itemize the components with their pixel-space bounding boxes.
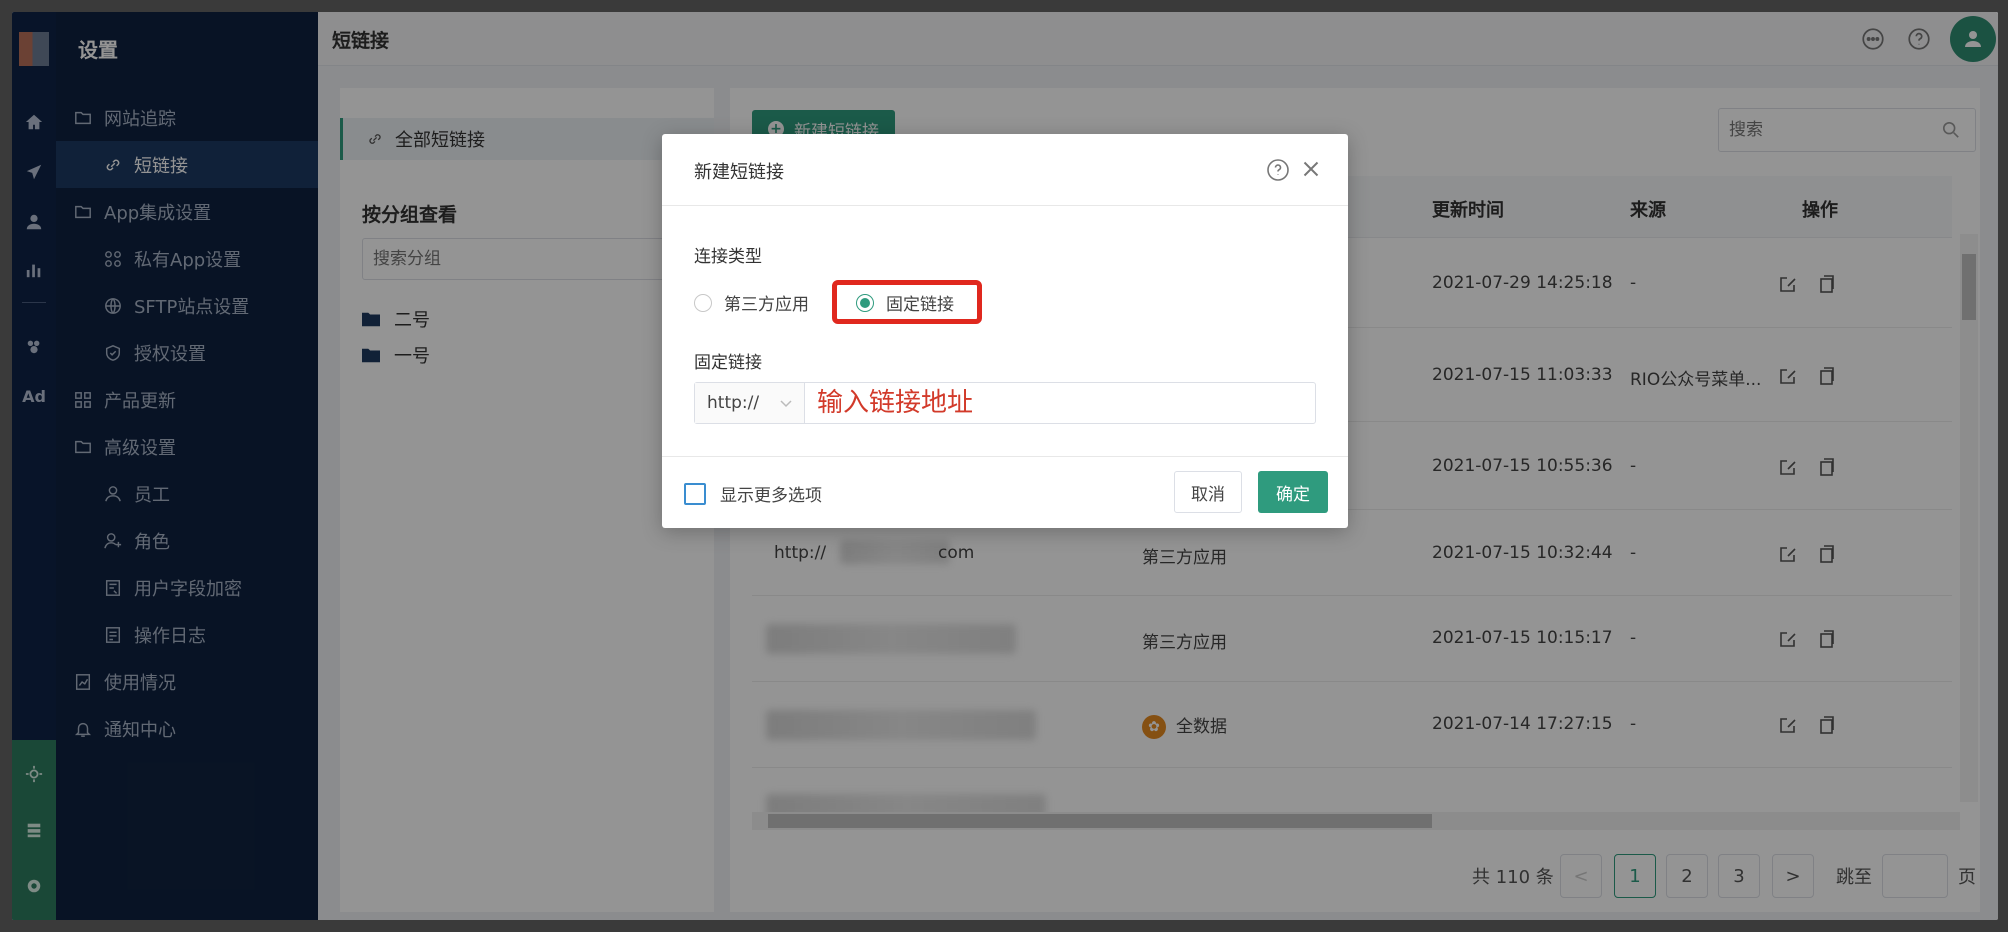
highlight-annotation-box (832, 280, 982, 324)
show-more-options-label: 显示更多选项 (720, 486, 822, 506)
checkbox-box[interactable] (684, 482, 706, 505)
url-input[interactable] (807, 383, 1313, 423)
close-icon[interactable] (1298, 156, 1324, 182)
radio-third-party-app[interactable]: 第三方应用 (694, 290, 809, 315)
app-frame: Ad 设置 网站追踪 短链接 App集成设置 私有App设置 SFTP站点设置 … (12, 12, 1998, 920)
show-more-options-checkbox[interactable]: 显示更多选项 (684, 481, 822, 506)
link-type-label: 连接类型 (694, 247, 762, 267)
help-icon[interactable] (1266, 158, 1290, 182)
protocol-select[interactable]: http:// (695, 383, 805, 423)
dialog-header: 新建短链接 (662, 134, 1348, 206)
new-short-link-dialog: 新建短链接 连接类型 第三方应用 固定链接 固定链接 http:// 显示更多选… (662, 134, 1348, 528)
protocol-value: http:// (707, 393, 760, 413)
chevron-down-icon (780, 400, 792, 408)
dialog-footer: 显示更多选项 取消 确定 (662, 456, 1348, 528)
confirm-button[interactable]: 确定 (1258, 471, 1328, 513)
url-field: http:// (694, 382, 1316, 424)
dialog-title: 新建短链接 (694, 162, 784, 183)
cancel-button[interactable]: 取消 (1174, 471, 1242, 513)
radio-dot[interactable] (694, 293, 712, 312)
fixed-link-label: 固定链接 (694, 353, 762, 373)
radio-label: 第三方应用 (724, 295, 809, 315)
